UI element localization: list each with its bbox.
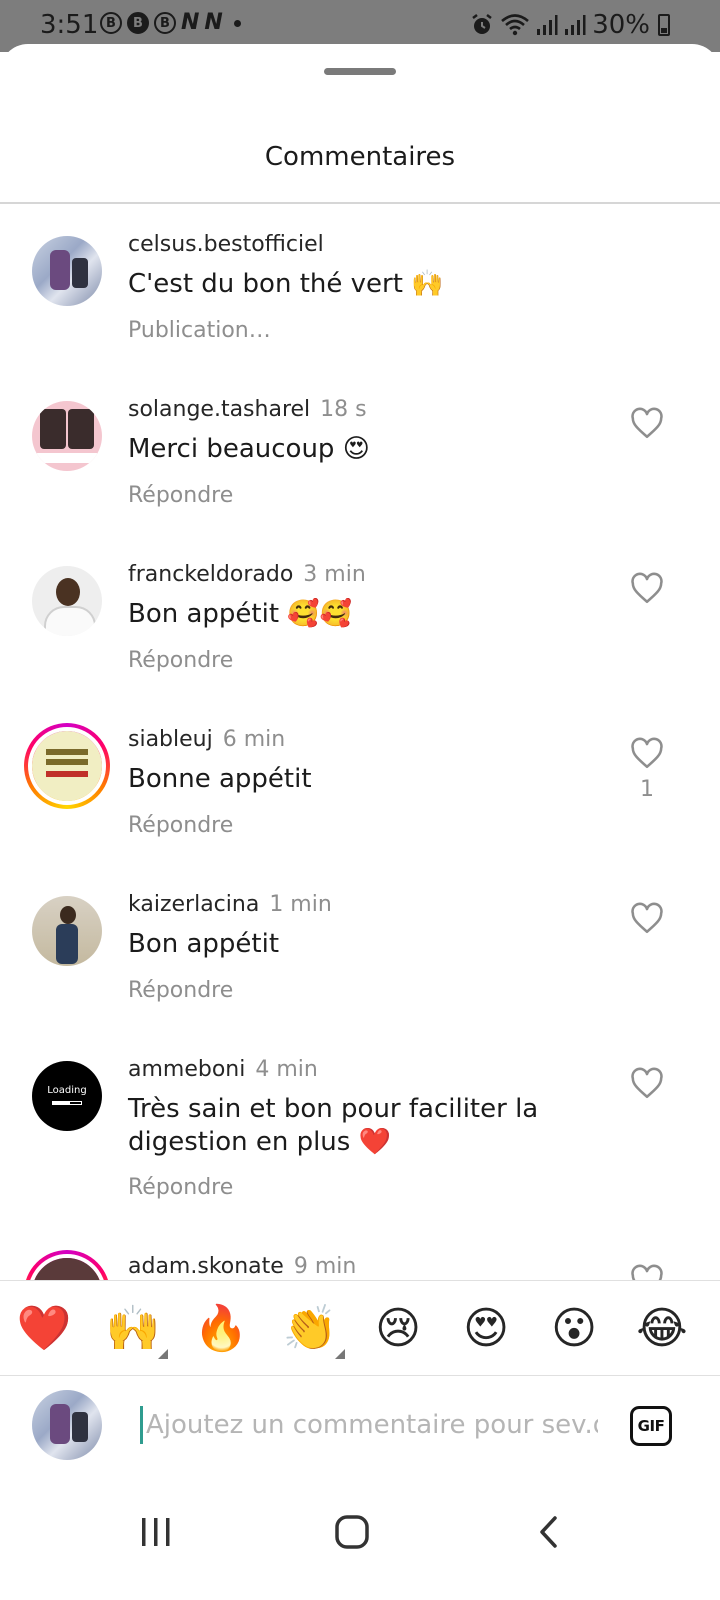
recent-apps-icon xyxy=(142,1518,170,1546)
comment-time: 6 min xyxy=(222,727,286,752)
avatar[interactable]: Loading xyxy=(32,1061,102,1131)
system-nav-bar xyxy=(0,1476,720,1600)
comment-username[interactable]: siableuj xyxy=(128,727,213,752)
comment-time: 4 min xyxy=(255,1057,318,1082)
heart-icon[interactable] xyxy=(630,737,664,771)
comment-text: Bonne appétit xyxy=(128,764,312,794)
emoji-clapping-button[interactable]: 👏 xyxy=(282,1301,338,1357)
comment-username[interactable]: adam.skonate xyxy=(128,1254,284,1279)
notification-b-icon: B xyxy=(154,12,176,34)
comment-time: 3 min xyxy=(303,562,366,587)
battery-icon xyxy=(658,14,670,36)
skin-tone-more-icon xyxy=(158,1349,168,1359)
comment-text: Bon appétit 🥰🥰 xyxy=(128,599,353,629)
notification-b-icon: B xyxy=(100,12,122,34)
reply-button[interactable]: Répondre xyxy=(128,1175,233,1200)
reply-button[interactable]: Répondre xyxy=(128,978,233,1003)
comment-username[interactable]: solange.tasharel xyxy=(128,397,310,422)
avatar[interactable] xyxy=(32,236,102,306)
avatar-story-ring[interactable] xyxy=(24,1250,110,1284)
signal-icon xyxy=(537,15,558,35)
text-cursor xyxy=(140,1406,143,1444)
skin-tone-more-icon xyxy=(335,1349,345,1359)
comment-username[interactable]: franckeldorado xyxy=(128,562,293,587)
comment-status: Publication… xyxy=(128,318,271,343)
comment-time: 18 s xyxy=(320,397,367,422)
status-right: 30% xyxy=(470,10,670,40)
avatar[interactable] xyxy=(32,896,102,966)
battery-percent: 30% xyxy=(592,10,650,40)
emoji-laughing-button[interactable]: 😂 xyxy=(634,1301,690,1357)
emoji-reaction-bar: ❤️ 🙌 🔥 👏 😢 😍 😮 😂 xyxy=(0,1280,720,1376)
comment-time: 9 min xyxy=(293,1254,357,1279)
comment-text: Très sain et bon pour faciliter la diges… xyxy=(128,1094,539,1157)
wifi-icon xyxy=(501,14,530,36)
gif-button[interactable]: GIF xyxy=(630,1406,672,1446)
heart-icon[interactable] xyxy=(630,407,664,441)
emoji-heart-eyes-button[interactable]: 😍 xyxy=(458,1301,514,1357)
sheet-title: Commentaires xyxy=(264,142,456,172)
status-time: 3:51 xyxy=(40,10,99,40)
alarm-icon xyxy=(472,14,492,34)
emoji-surprised-button[interactable]: 😮 xyxy=(546,1301,602,1357)
sheet-drag-handle[interactable] xyxy=(324,68,396,75)
comment-input[interactable] xyxy=(146,1404,598,1446)
comment-username[interactable]: celsus.bestofficiel xyxy=(128,232,324,257)
comment-username[interactable]: ammeboni xyxy=(128,1057,245,1082)
recent-apps-button[interactable] xyxy=(126,1502,186,1562)
emoji-heart-button[interactable]: ❤️ xyxy=(16,1301,72,1357)
emoji-crying-button[interactable]: 😢 xyxy=(370,1301,426,1357)
notification-n-icon: N xyxy=(204,10,223,35)
emoji-raising-hands-button[interactable]: 🙌 xyxy=(105,1301,161,1357)
back-button[interactable] xyxy=(520,1502,580,1562)
avatar-story-ring[interactable] xyxy=(24,723,110,809)
like-count: 1 xyxy=(640,777,654,802)
comment-composer: GIF xyxy=(0,1376,720,1476)
comments-list[interactable]: celsus.bestofficiel C'est du bon thé ver… xyxy=(0,204,720,1284)
back-icon xyxy=(540,1516,557,1548)
avatar[interactable] xyxy=(32,401,102,471)
heart-icon[interactable] xyxy=(630,1067,664,1101)
notification-n-icon: N xyxy=(181,10,200,35)
comment-text: Merci beaucoup 😍 xyxy=(128,434,370,464)
avatar[interactable] xyxy=(32,566,102,636)
notification-icons: B B B N N xyxy=(100,12,241,34)
notification-b-filled-icon: B xyxy=(127,12,149,34)
heart-icon[interactable] xyxy=(630,572,664,606)
heart-icon[interactable] xyxy=(630,902,664,936)
more-notifications-dot-icon xyxy=(233,19,241,27)
home-icon xyxy=(335,1515,369,1549)
comment-username[interactable]: kaizerlacina xyxy=(128,892,259,917)
home-button[interactable] xyxy=(322,1502,382,1562)
avatar-loading-text: Loading xyxy=(47,1085,87,1096)
signal-icon xyxy=(565,15,586,35)
reply-button[interactable]: Répondre xyxy=(128,648,233,673)
my-avatar xyxy=(32,1390,102,1460)
reply-button[interactable]: Répondre xyxy=(128,813,233,838)
comment-text: Bon appétit xyxy=(128,929,280,959)
comment-text: C'est du bon thé vert 🙌 xyxy=(128,269,444,299)
emoji-fire-button[interactable]: 🔥 xyxy=(193,1301,249,1357)
comment-time: 1 min xyxy=(269,892,332,917)
reply-button[interactable]: Répondre xyxy=(128,483,233,508)
